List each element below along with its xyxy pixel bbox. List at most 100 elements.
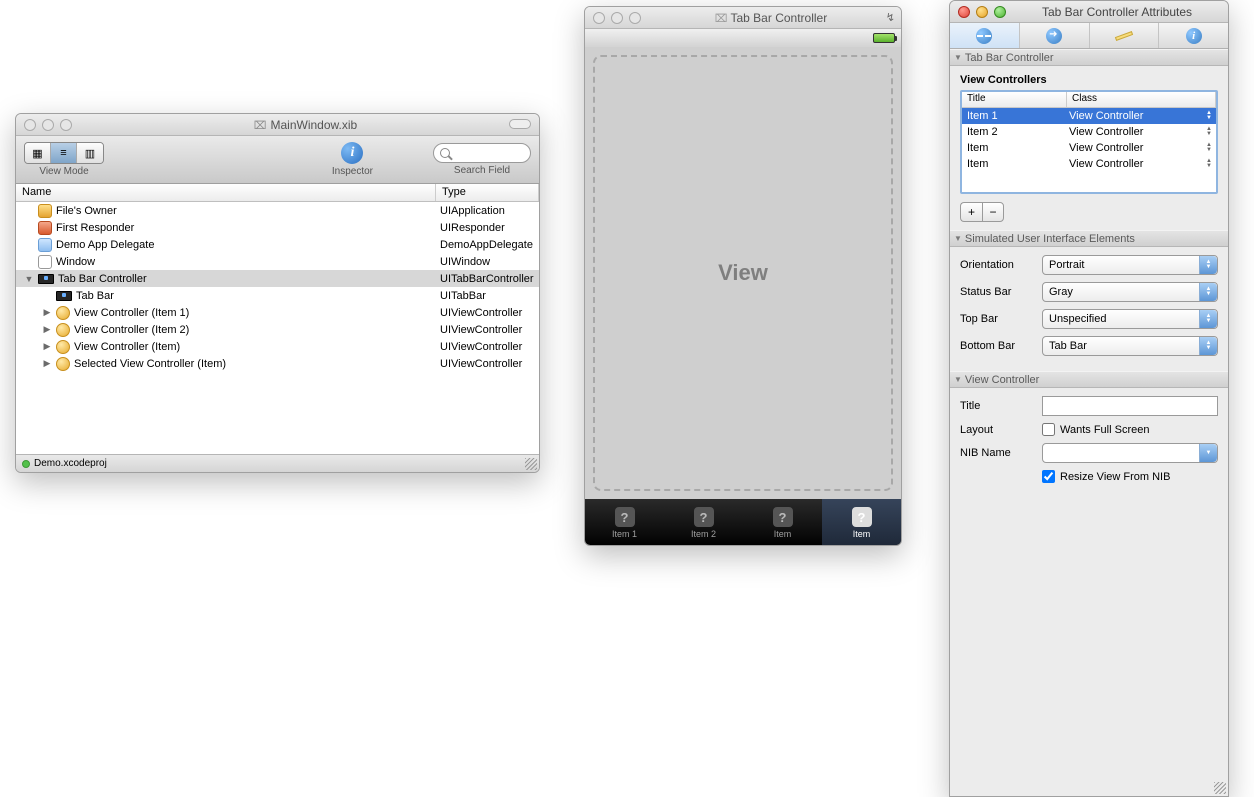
vc-row-class: View Controller▲▼ [1067, 158, 1216, 170]
main-window-panel: ⌧MainWindow.xib ▦ ≡ ▥ View Mode i Inspec… [15, 113, 540, 473]
row-type: UIResponder [436, 222, 539, 234]
row-type: UIWindow [436, 256, 539, 268]
sim-tabbar: ?Item 1?Item 2?Item?Item [585, 499, 901, 546]
orientation-label: Orientation [960, 259, 1034, 271]
main-window-traffic-lights[interactable] [16, 119, 72, 131]
outline-row[interactable]: Demo App DelegateDemoAppDelegate [16, 236, 539, 253]
tabbar-item-label: Item [853, 529, 871, 539]
disclosure-icon[interactable] [42, 324, 52, 335]
outline-row[interactable]: Selected View Controller (Item)UIViewCon… [16, 355, 539, 372]
sim-window: ⌧ Tab Bar Controller ↯ View ?Item 1?Item… [584, 6, 902, 546]
circle-icon [56, 306, 70, 320]
sim-title: ⌧ Tab Bar Controller [641, 11, 901, 25]
outline-row[interactable]: Tab Bar ControllerUITabBarController [16, 270, 539, 287]
disclosure-icon[interactable] [42, 341, 52, 352]
section-simulated-ui[interactable]: ▼Simulated User Interface Elements [950, 230, 1228, 247]
vc-header-class[interactable]: Class [1067, 92, 1216, 107]
bottombar-select[interactable]: Tab Bar▲▼ [1042, 336, 1218, 356]
sim-zoom-icon[interactable]: ↯ [886, 11, 895, 24]
row-name: View Controller (Item 2) [74, 324, 189, 336]
sim-traffic-lights[interactable] [585, 12, 641, 24]
orientation-select[interactable]: Portrait▲▼ [1042, 255, 1218, 275]
tabbar-item[interactable]: ?Item [743, 499, 822, 546]
section-simulated-ui-body: Orientation Portrait▲▼ Status Bar Gray▲▼… [950, 247, 1228, 371]
view-mode-segmented[interactable]: ▦ ≡ ▥ [24, 142, 104, 164]
view-placeholder[interactable]: View [593, 55, 893, 491]
view-mode-icon-icons[interactable]: ▦ [25, 143, 51, 163]
outline-row[interactable]: First ResponderUIResponder [16, 219, 539, 236]
view-controllers-label: View Controllers [960, 74, 1218, 86]
inspector-tab-attributes[interactable] [950, 23, 1020, 48]
column-header-name[interactable]: Name [16, 184, 436, 201]
vc-row-stepper[interactable]: ▲▼ [1206, 159, 1212, 169]
outline-row[interactable]: Window UIWindow [16, 253, 539, 270]
section-tab-bar-controller-body: View Controllers Title Class Item 1View … [950, 66, 1228, 230]
tabbar-item[interactable]: ?Item [822, 499, 901, 546]
resize-from-nib-checkbox[interactable] [1042, 470, 1055, 483]
tabbar-item[interactable]: ?Item 2 [664, 499, 743, 546]
main-window-titlebar[interactable]: ⌧MainWindow.xib [16, 114, 539, 136]
vc-row-stepper[interactable]: ▲▼ [1206, 111, 1212, 121]
inspector-tab-size[interactable] [1090, 23, 1160, 48]
bottombar-label: Bottom Bar [960, 340, 1034, 352]
view-mode-icon-list[interactable]: ≡ [51, 143, 77, 163]
project-name[interactable]: Demo.xcodeproj [34, 458, 107, 469]
vc-title-input[interactable] [1042, 396, 1218, 416]
statusbar-select[interactable]: Gray▲▼ [1042, 282, 1218, 302]
vc-remove-button[interactable]: − [982, 202, 1004, 222]
disclosure-icon[interactable] [24, 274, 34, 284]
vc-row-class: View Controller▲▼ [1067, 110, 1216, 122]
row-name: View Controller (Item 1) [74, 307, 189, 319]
row-type: UIViewController [436, 324, 539, 336]
row-type: UIViewController [436, 307, 539, 319]
outline-row[interactable]: View Controller (Item 2) UIViewController [16, 321, 539, 338]
row-name: Window [56, 256, 95, 268]
row-name: View Controller (Item) [74, 341, 180, 353]
view-mode-icon-columns[interactable]: ▥ [77, 143, 103, 163]
section-view-controller[interactable]: ▼View Controller [950, 371, 1228, 388]
tabbar-item[interactable]: ?Item 1 [585, 499, 664, 546]
vc-table-row[interactable]: Item 2View Controller▲▼ [962, 124, 1216, 140]
toolbar-toggle-pill[interactable] [509, 119, 531, 129]
inspector-tab-connections[interactable] [1020, 23, 1090, 48]
project-status-icon [22, 460, 30, 468]
inspector-button-icon[interactable]: i [341, 142, 363, 164]
outline-row[interactable]: File's OwnerUIApplication [16, 202, 539, 219]
row-name: Selected View Controller (Item) [74, 358, 226, 370]
section-tab-bar-controller[interactable]: ▼Tab Bar Controller [950, 49, 1228, 66]
outline-row[interactable]: View Controller (Item)UIViewController [16, 338, 539, 355]
inspector-tab-identity[interactable]: i [1159, 23, 1228, 48]
search-input[interactable] [433, 143, 531, 163]
resize-grip-icon[interactable] [1214, 782, 1226, 794]
vc-table-row[interactable]: ItemView Controller▲▼ [962, 140, 1216, 156]
vc-add-button[interactable]: + [960, 202, 982, 222]
inspector-traffic-lights[interactable] [950, 6, 1006, 18]
sim-statusbar [585, 29, 901, 47]
inspector-panel: Tab Bar Controller Attributes i ▼Tab Bar… [949, 0, 1229, 797]
disclosure-icon[interactable] [42, 358, 52, 369]
column-header-type[interactable]: Type [436, 184, 539, 201]
vc-row-title: Item [962, 158, 1067, 170]
vc-row-class: View Controller▲▼ [1067, 142, 1216, 154]
vc-row-stepper[interactable]: ▲▼ [1206, 127, 1212, 137]
outline-row[interactable]: View Controller (Item 1) UIViewController [16, 304, 539, 321]
disclosure-icon[interactable] [42, 307, 52, 318]
vc-header-title[interactable]: Title [962, 92, 1067, 107]
vc-table-row[interactable]: ItemView Controller▲▼ [962, 156, 1216, 172]
vc-row-stepper[interactable]: ▲▼ [1206, 143, 1212, 153]
vc-row-title: Item 1 [962, 110, 1067, 122]
vc-table-row[interactable]: Item 1View Controller▲▼ [962, 108, 1216, 124]
inspector-titlebar[interactable]: Tab Bar Controller Attributes [950, 1, 1228, 23]
sim-titlebar[interactable]: ⌧ Tab Bar Controller ↯ [585, 7, 901, 29]
size-icon [1115, 31, 1133, 41]
outline-header: Name Type [16, 184, 539, 202]
cube-r-icon [38, 221, 52, 235]
topbar-select[interactable]: Unspecified▲▼ [1042, 309, 1218, 329]
vc-title-label: Title [960, 400, 1034, 412]
wants-full-screen-checkbox[interactable] [1042, 423, 1055, 436]
view-controllers-table: Title Class Item 1View Controller▲▼Item … [960, 90, 1218, 194]
resize-grip-icon[interactable] [525, 458, 537, 470]
tabbar-icon [56, 291, 72, 301]
outline-row[interactable]: Tab BarUITabBar [16, 287, 539, 304]
nib-name-combo[interactable]: ▼ [1042, 443, 1218, 463]
